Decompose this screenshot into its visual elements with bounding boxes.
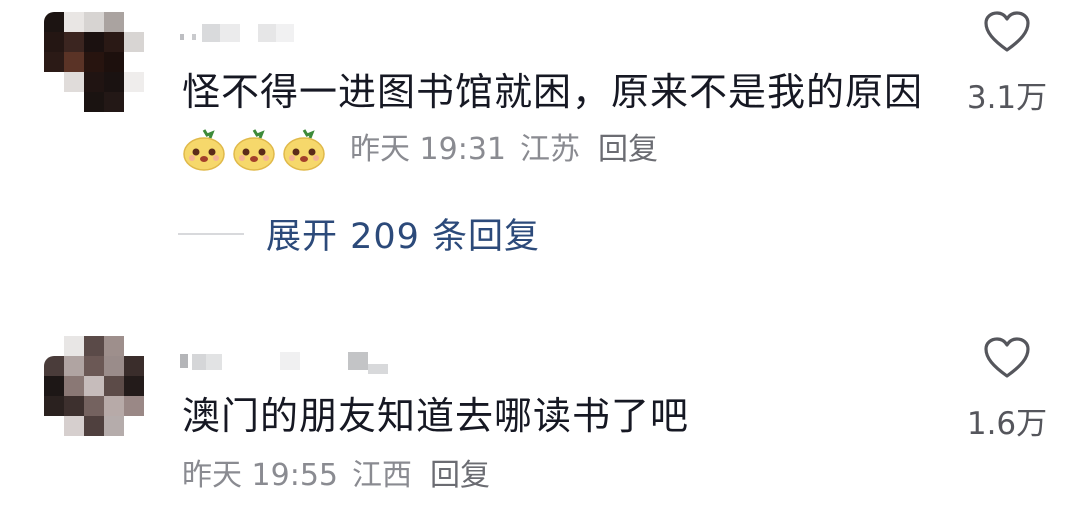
comment-meta: 昨天 19:31 江苏 回复 [182, 128, 672, 172]
username-blurred[interactable] [180, 350, 400, 378]
like-count: 3.1万 [966, 80, 1048, 116]
divider-line [178, 232, 244, 235]
comment-item[interactable]: 澳门的朋友知道去哪读书了吧 昨天 19:55 江西 回复 1.6万 [0, 320, 1080, 526]
like-count: 1.6万 [966, 406, 1048, 442]
heart-icon[interactable] [983, 336, 1031, 380]
comment-item[interactable]: 怪不得一进图书馆就困，原来不是我的原因 昨天 19:31 江苏 回复 3.1万 … [0, 0, 1080, 300]
comment-meta: 昨天 19:55 江西 回复 [182, 458, 504, 494]
comment-time: 昨天 19:31 [350, 132, 506, 167]
avatar[interactable] [44, 12, 144, 112]
like-button[interactable]: 3.1万 [962, 10, 1052, 117]
yellow-face-sticker [282, 128, 326, 172]
avatar[interactable] [44, 336, 144, 436]
like-button[interactable]: 1.6万 [962, 336, 1052, 443]
yellow-face-sticker [182, 128, 226, 172]
username-blurred[interactable] [180, 20, 320, 48]
reply-button[interactable]: 回复 [598, 132, 658, 168]
expand-replies-label[interactable]: 展开 209 条回复 [266, 208, 540, 259]
comment-location: 江苏 [520, 132, 580, 167]
comment-time: 昨天 19:55 [182, 458, 338, 493]
sticker-row [182, 128, 332, 172]
comment-text: 澳门的朋友知道去哪读书了吧 [182, 394, 690, 438]
comment-text: 怪不得一进图书馆就困，原来不是我的原因 [182, 70, 924, 114]
comment-location: 江西 [352, 458, 412, 493]
yellow-face-sticker [232, 128, 276, 172]
expand-replies-button[interactable]: 展开 209 条回复 [178, 208, 540, 259]
reply-button[interactable]: 回复 [430, 458, 490, 494]
heart-icon[interactable] [983, 10, 1031, 54]
